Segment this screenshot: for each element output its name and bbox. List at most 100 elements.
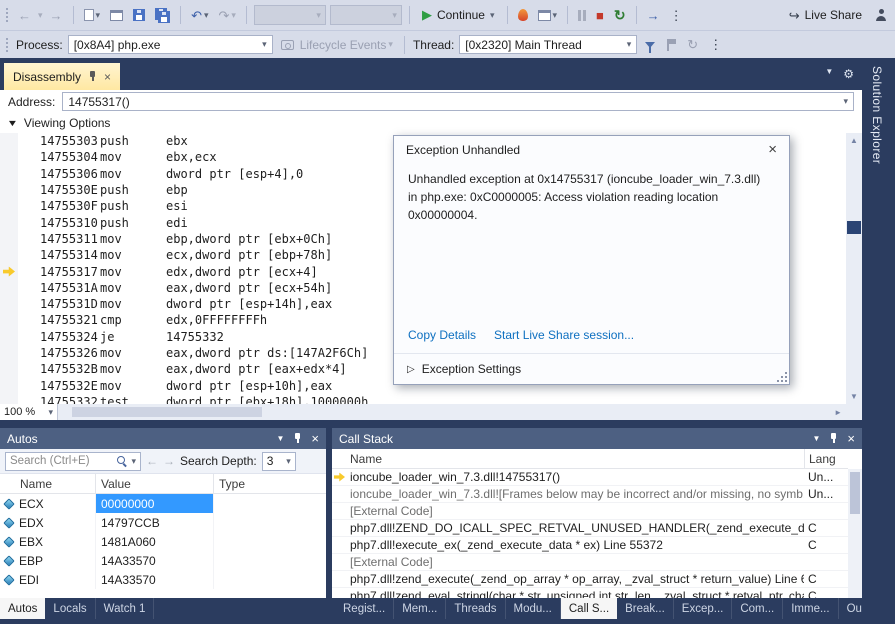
window-position-icon[interactable]: ▼	[276, 434, 284, 443]
platform-combo[interactable]: ▾	[329, 5, 402, 25]
breakpoints-window-button[interactable]: ▾	[535, 8, 561, 23]
toolbar-grip[interactable]	[5, 36, 9, 53]
autos-row[interactable]: EBP 14A33570	[0, 551, 326, 570]
restart-button[interactable]: ↻	[611, 5, 629, 26]
autos-value-cell[interactable]: 1481A060	[96, 532, 214, 551]
zoom-combo[interactable]: 100 % ▾	[0, 404, 58, 420]
search-dropdown-icon[interactable]: ▾	[131, 456, 136, 466]
tab-disassembly[interactable]: Disassembly ×	[4, 63, 121, 90]
bottom-tab-break[interactable]: Break...	[617, 598, 674, 619]
show-next-statement-button[interactable]: →	[644, 7, 663, 24]
autos-row[interactable]: ECX 00000000	[0, 494, 326, 513]
column-header-lang[interactable]: Lang	[804, 449, 848, 468]
window-position-icon[interactable]: ▼	[812, 434, 820, 443]
hot-reload-button[interactable]	[515, 7, 531, 23]
close-icon[interactable]: ×	[104, 70, 111, 84]
bottom-tab-watch-1[interactable]: Watch 1	[96, 598, 155, 619]
document-list-dropdown-icon[interactable]: ▼	[825, 67, 833, 81]
bottom-tab-com[interactable]: Com...	[732, 598, 784, 619]
live-share-button[interactable]: ↪ Live Share	[783, 8, 868, 22]
call-stack-row[interactable]: php7.dll!zend_eval_stringl(char * str, u…	[332, 588, 848, 598]
call-stack-row[interactable]: php7.dll!ZEND_DO_ICALL_SPEC_RETVAL_UNUSE…	[332, 520, 848, 537]
viewing-options-expander[interactable]: ▼ Viewing Options	[0, 113, 862, 133]
gear-icon[interactable]: ⚙	[843, 67, 854, 81]
pin-icon[interactable]	[88, 71, 97, 82]
column-header-name[interactable]: Name	[0, 474, 96, 493]
filter-threads-button[interactable]	[642, 40, 658, 53]
disassembly-line[interactable]: 14755332 test dword ptr [ebx+18h],1000000h	[0, 394, 846, 404]
scroll-right-icon[interactable]: ►	[830, 408, 846, 417]
call-stack-row[interactable]: php7.dll!execute_ex(_zend_execute_data *…	[332, 537, 848, 554]
bottom-tab-mem[interactable]: Mem...	[394, 598, 447, 619]
bottom-tab-locals[interactable]: Locals	[45, 598, 96, 619]
bottom-tab-autos[interactable]: Autos	[0, 598, 46, 619]
pin-icon[interactable]	[293, 433, 302, 444]
scroll-down-icon[interactable]: ▼	[846, 392, 862, 401]
autos-row[interactable]: EDI 14A33570	[0, 570, 326, 589]
close-icon[interactable]: ×	[311, 431, 319, 446]
scrollbar-thumb[interactable]	[850, 472, 860, 514]
autos-titlebar[interactable]: Autos ▼ ×	[0, 428, 326, 449]
configuration-combo[interactable]: ▾	[253, 5, 326, 25]
address-combo[interactable]: 14755317() ▾	[62, 92, 854, 111]
call-stack-row[interactable]: ioncube_loader_win_7.3.dll![Frames below…	[332, 486, 848, 503]
column-header-name[interactable]: Name	[350, 452, 804, 466]
autos-row[interactable]: EDX 14797CCB	[0, 513, 326, 532]
copy-details-link[interactable]: Copy Details	[408, 328, 476, 342]
redo-dropdown-icon[interactable]: ▾	[231, 10, 236, 20]
bottom-tab-modu[interactable]: Modu...	[506, 598, 561, 619]
toggle-flagged-button[interactable]: ↻	[684, 36, 701, 53]
call-stack-row[interactable]: [External Code]	[332, 503, 848, 520]
toolbar-overflow-button[interactable]: ⋮	[667, 7, 686, 24]
breakpoints-dropdown-icon[interactable]: ▾	[553, 10, 558, 20]
navigate-dropdown-icon[interactable]: ▾	[38, 10, 43, 20]
autos-row[interactable]: EBX 1481A060	[0, 532, 326, 551]
scrollbar-thumb[interactable]	[72, 407, 262, 417]
toolbar-grip[interactable]	[5, 7, 9, 23]
flag-threads-button[interactable]	[663, 37, 679, 53]
close-icon[interactable]: ×	[768, 141, 777, 158]
horizontal-scrollbar[interactable]: 100 % ▾ ►	[0, 404, 846, 420]
call-stack-row[interactable]: php7.dll!zend_execute(_zend_op_array * o…	[332, 571, 848, 588]
autos-value-cell[interactable]: 14797CCB	[96, 513, 214, 532]
user-account-button[interactable]	[872, 7, 890, 23]
call-stack-row[interactable]: ioncube_loader_win_7.3.dll!14755317() Un.…	[332, 469, 848, 486]
bottom-tab-imme[interactable]: Imme...	[783, 598, 839, 619]
bottom-tab-threads[interactable]: Threads	[446, 598, 506, 619]
bottom-tab-excep[interactable]: Excep...	[674, 598, 733, 619]
autos-value-cell[interactable]: 00000000	[96, 494, 214, 513]
close-icon[interactable]: ×	[847, 431, 855, 446]
column-header-value[interactable]: Value	[96, 474, 214, 493]
scrollbar-thumb[interactable]	[847, 221, 861, 234]
lifecycle-events-button[interactable]: Lifecycle Events ▾	[278, 36, 396, 54]
thread-combo[interactable]: [0x2320] Main Thread ▾	[459, 35, 638, 54]
scroll-up-icon[interactable]: ▲	[846, 136, 862, 145]
debug-toolbar-overflow-button[interactable]: ⋮	[706, 36, 725, 53]
search-next-button[interactable]: →	[163, 454, 175, 468]
navigate-backward-button[interactable]: ←	[15, 7, 34, 24]
break-all-button[interactable]	[575, 8, 589, 23]
call-stack-titlebar[interactable]: Call Stack ▼ ×	[332, 428, 862, 449]
bottom-tab-regist[interactable]: Regist...	[335, 598, 395, 619]
open-file-button[interactable]	[107, 8, 126, 23]
start-live-share-link[interactable]: Start Live Share session...	[494, 328, 634, 342]
solution-explorer-tab[interactable]: Solution Explorer	[870, 66, 884, 164]
call-stack-scrollbar[interactable]	[848, 469, 862, 598]
autos-value-cell[interactable]: 14A33570	[96, 570, 214, 589]
continue-button[interactable]: ▶ Continue ▾	[417, 5, 500, 25]
vertical-scrollbar[interactable]: ▲ ▼	[846, 133, 862, 404]
search-depth-combo[interactable]: 3 ▾	[261, 451, 296, 471]
exception-settings-expander[interactable]: ▷ Exception Settings	[394, 353, 789, 384]
navigate-forward-button[interactable]: →	[47, 7, 66, 24]
process-combo[interactable]: [0x8A4] php.exe ▾	[67, 35, 273, 54]
stop-debugging-button[interactable]: ■	[593, 6, 607, 25]
redo-button[interactable]: ↷ ▾	[216, 7, 239, 24]
resize-grip[interactable]	[785, 380, 787, 382]
continue-dropdown-icon[interactable]: ▾	[490, 10, 495, 20]
save-button[interactable]	[130, 7, 148, 23]
call-stack-row[interactable]: [External Code]	[332, 554, 848, 571]
new-file-dropdown-icon[interactable]: ▾	[96, 10, 101, 20]
undo-button[interactable]: ↶ ▾	[188, 7, 211, 24]
search-input[interactable]: Search (Ctrl+E) ▾	[5, 451, 141, 471]
pin-icon[interactable]	[829, 433, 838, 444]
